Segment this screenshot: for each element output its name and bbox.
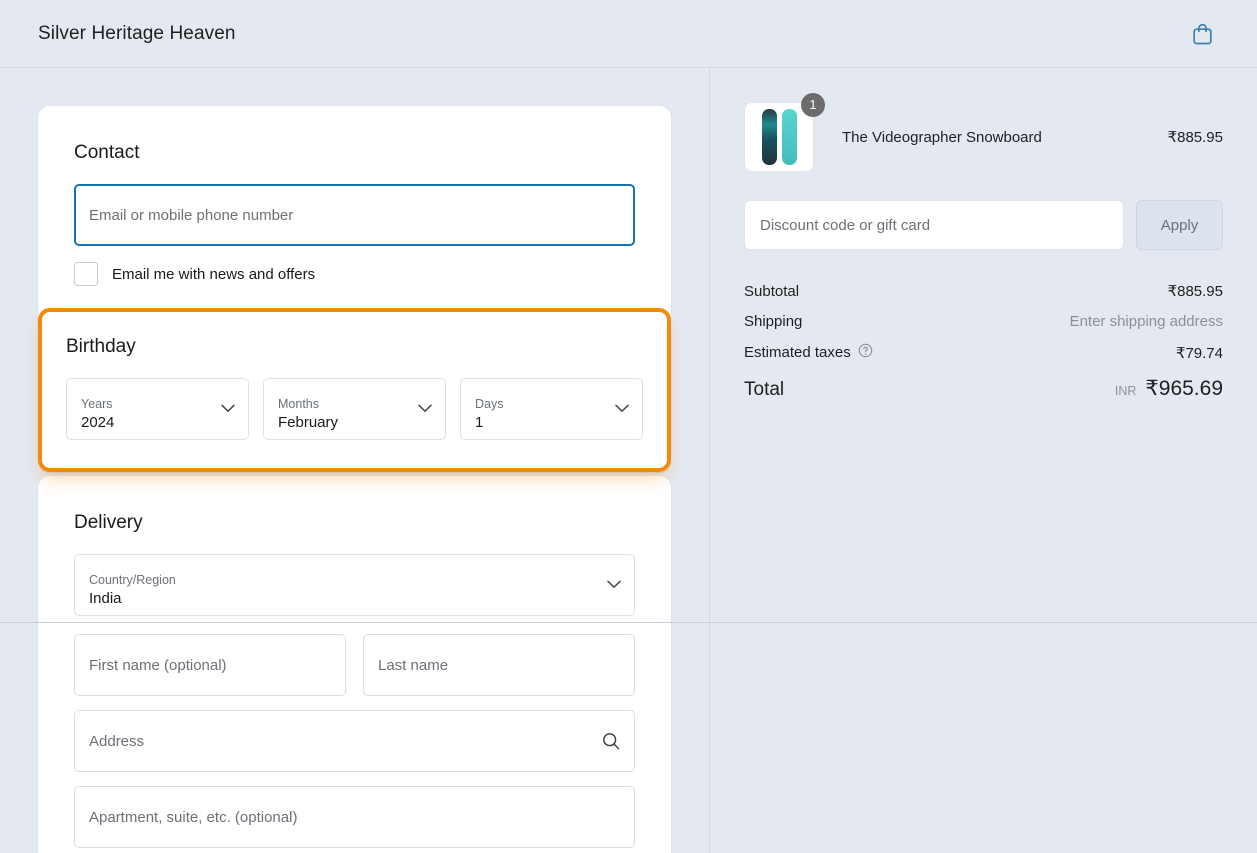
country-region-select[interactable]: Country/Region India (74, 554, 635, 616)
quantity-badge: 1 (801, 93, 825, 117)
birthday-months-label: Months (278, 397, 319, 411)
store-header: Silver Heritage Heaven (0, 0, 1257, 68)
birthday-select-row: Years 2024 Months February Days 1 (66, 378, 643, 440)
birthday-months-select[interactable]: Months February (263, 378, 446, 440)
news-offers-checkbox[interactable] (74, 262, 98, 286)
snowboard-dark (761, 109, 777, 165)
shipping-value: Enter shipping address (1069, 313, 1223, 330)
shop-title: Silver Heritage Heaven (38, 22, 236, 44)
email-field[interactable]: Email or mobile phone number (74, 184, 635, 246)
subtotal-value: ₹885.95 (1167, 283, 1223, 300)
name-row: First name (optional) Last name (74, 634, 635, 710)
estimated-taxes-value: ₹79.74 (1175, 344, 1223, 362)
product-title: The Videographer Snowboard (842, 128, 1042, 146)
birthday-days-value: 1 (475, 414, 484, 431)
contact-card: Contact Email or mobile phone number Ema… (38, 106, 671, 472)
news-offers-label: Email me with news and offers (112, 265, 316, 283)
first-name-field[interactable]: First name (optional) (74, 634, 346, 696)
discount-code-input[interactable]: Discount code or gift card (744, 200, 1124, 250)
delivery-heading: Delivery (74, 512, 143, 533)
birthday-months-value: February (278, 414, 339, 431)
shopping-bag-icon (1192, 22, 1213, 45)
help-circle-icon[interactable] (858, 343, 873, 362)
shipping-label: Shipping (744, 313, 803, 330)
grand-total-value: ₹965.69 (1145, 377, 1223, 400)
news-offers-row[interactable]: Email me with news and offers (74, 262, 635, 286)
order-line-item: 1 The Videographer Snowboard ₹885.95 (744, 93, 1223, 172)
apartment-placeholder: Apartment, suite, etc. (optional) (89, 808, 298, 826)
estimated-taxes-label: Estimated taxes (744, 344, 851, 361)
birthday-heading: Birthday (66, 336, 136, 357)
shipping-row: Shipping Enter shipping address (744, 313, 1223, 330)
checkout-page: Contact Email or mobile phone number Ema… (0, 68, 1257, 853)
estimated-taxes-label-wrap: Estimated taxes (744, 343, 873, 362)
birthday-days-select[interactable]: Days 1 (460, 378, 643, 440)
address-field[interactable]: Address (74, 710, 635, 772)
birthday-years-select[interactable]: Years 2024 (66, 378, 249, 440)
country-region-value: India (89, 590, 122, 607)
grand-total-label: Total (744, 379, 785, 400)
address-placeholder: Address (89, 732, 145, 750)
subtotal-row: Subtotal ₹885.95 (744, 282, 1223, 301)
birthday-section: Birthday Years 2024 Months February Days… (38, 308, 671, 472)
country-region-label: Country/Region (89, 573, 176, 587)
checkout-form-column: Contact Email or mobile phone number Ema… (0, 68, 709, 853)
snowboard-light (781, 109, 797, 165)
birthday-years-value: 2024 (81, 414, 115, 431)
apply-discount-button[interactable]: Apply (1136, 200, 1223, 250)
product-thumbnail-wrap: 1 (744, 93, 825, 172)
first-name-placeholder: First name (optional) (89, 656, 227, 674)
subtotal-label: Subtotal (744, 282, 800, 300)
apartment-field[interactable]: Apartment, suite, etc. (optional) (74, 786, 635, 848)
grand-total-currency: INR (1114, 384, 1137, 398)
delivery-card: Delivery Country/Region India First name… (38, 476, 671, 853)
last-name-placeholder: Last name (378, 656, 449, 674)
birthday-years-label: Years (81, 397, 113, 411)
discount-placeholder: Discount code or gift card (760, 216, 931, 234)
contact-heading: Contact (74, 142, 140, 163)
discount-row: Discount code or gift card Apply (744, 200, 1223, 250)
grand-total-row: Total INR ₹965.69 (744, 376, 1223, 401)
birthday-days-label: Days (475, 397, 504, 411)
email-placeholder: Email or mobile phone number (89, 206, 294, 224)
estimated-taxes-row: Estimated taxes ₹79.74 (744, 343, 1223, 362)
cart-button[interactable] (1185, 17, 1219, 51)
product-price: ₹885.95 (1167, 129, 1223, 146)
last-name-field[interactable]: Last name (363, 634, 635, 696)
search-icon[interactable] (602, 732, 620, 750)
order-summary-column: 1 The Videographer Snowboard ₹885.95 Dis… (709, 68, 1257, 853)
